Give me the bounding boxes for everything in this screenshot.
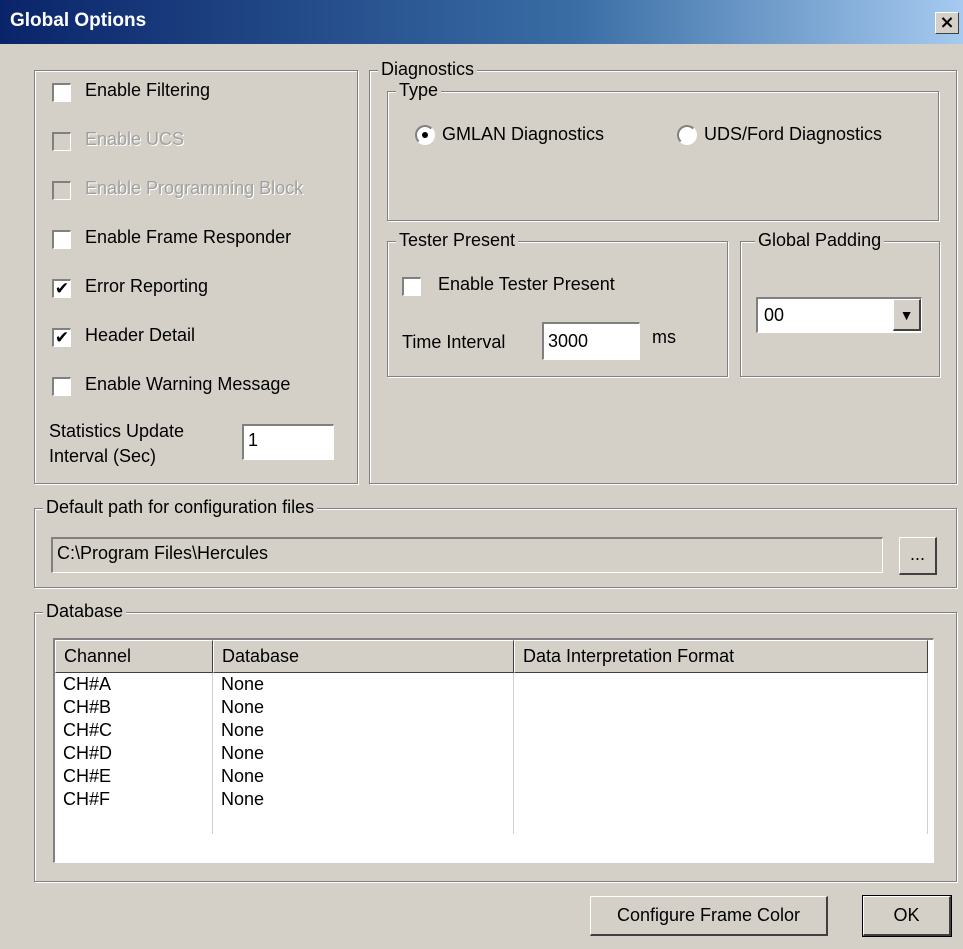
table-cell [514,673,928,696]
config-path-label: Default path for configuration files [43,497,318,518]
config-path-group: Default path for configuration files C:\… [34,497,957,588]
enable-ucs-checkbox [52,132,71,151]
table-cell: None [213,742,514,765]
enable-warning-message-label[interactable]: Enable Warning Message [85,374,290,395]
table-row[interactable]: CH#E None [55,765,928,788]
table-row[interactable] [55,811,928,834]
table-cell: CH#D [55,742,213,765]
table-cell: CH#F [55,788,213,811]
browse-button[interactable]: ... [899,537,937,575]
table-cell: None [213,765,514,788]
table-row[interactable]: CH#C None [55,719,928,742]
tester-present-checkbox[interactable] [402,277,421,296]
table-body: CH#A None CH#B None CH#C None CH#D None CH#E None… [55,673,928,834]
database-table: Channel Database Data Interpretation For… [53,638,934,863]
close-button[interactable]: × [935,12,959,34]
tester-present-group: Tester Present Enable Tester Present Tim… [387,230,728,377]
stats-interval-label-line1: Statistics Update [49,421,185,441]
dropdown-arrow-button[interactable]: ▼ [893,299,921,331]
table-cell: None [213,788,514,811]
database-group: Database Channel Database Data Interpret… [34,601,957,882]
table-cell [514,742,928,765]
column-header-format[interactable]: Data Interpretation Format [514,640,928,673]
configure-frame-color-button[interactable]: Configure Frame Color [590,896,828,936]
stats-interval-input[interactable]: 1 [242,424,334,460]
global-padding-group: Global Padding 00 ▼ [740,230,940,377]
tester-present-checkbox-label[interactable]: Enable Tester Present [438,274,615,295]
global-padding-label: Global Padding [755,230,885,251]
error-reporting-checkbox[interactable]: ✔ [52,279,71,298]
table-row[interactable]: CH#A None [55,673,928,696]
chevron-down-icon: ▼ [899,307,914,323]
enable-warning-message-checkbox[interactable] [52,377,71,396]
uds-radio[interactable] [677,125,697,145]
enable-ucs-label: Enable UCS [85,129,185,149]
time-interval-input[interactable]: 3000 [542,322,640,360]
table-row[interactable]: CH#D None [55,742,928,765]
table-cell: CH#B [55,696,213,719]
enable-programming-block-label: Enable Programming Block [85,178,304,198]
type-group: Type GMLAN Diagnostics UDS/Ford Diagnost… [387,80,939,221]
header-detail-checkbox[interactable]: ✔ [52,328,71,347]
table-cell [514,788,928,811]
gmlan-radio[interactable] [415,125,435,145]
enable-frame-responder-checkbox[interactable] [52,230,71,249]
table-cell: CH#C [55,719,213,742]
type-label: Type [396,80,442,101]
enable-filtering-label[interactable]: Enable Filtering [85,80,210,101]
header-detail-label[interactable]: Header Detail [85,325,195,346]
stats-interval-label-line2: Interval (Sec) [49,446,157,466]
diagnostics-group: Diagnostics Type GMLAN Diagnostics UDS/F… [369,59,957,484]
table-row[interactable]: CH#F None [55,788,928,811]
table-cell: CH#E [55,765,213,788]
column-header-database[interactable]: Database [213,640,514,673]
column-header-channel[interactable]: Channel [55,640,213,673]
enable-programming-block-checkbox [52,181,71,200]
table-row[interactable]: CH#B None [55,696,928,719]
uds-radio-label[interactable]: UDS/Ford Diagnostics [704,124,882,145]
table-cell [55,811,213,834]
config-path-field[interactable]: C:\Program Files\Hercules [51,537,883,573]
table-cell: None [213,719,514,742]
enable-filtering-checkbox[interactable] [52,83,71,102]
tester-present-label: Tester Present [396,230,519,251]
global-padding-value: 00 [764,305,785,325]
gmlan-radio-label[interactable]: GMLAN Diagnostics [442,124,604,145]
table-cell [514,765,928,788]
ok-button[interactable]: OK [862,895,952,937]
title-bar: Global Options × [0,0,963,44]
table-header: Channel Database Data Interpretation For… [55,640,928,673]
enable-frame-responder-label[interactable]: Enable Frame Responder [85,227,291,248]
global-padding-select[interactable]: 00 ▼ [756,297,922,333]
diagnostics-label: Diagnostics [378,59,478,80]
error-reporting-label[interactable]: Error Reporting [85,276,208,297]
options-group: Enable Filtering Enable UCS Enable Program… [34,70,358,484]
time-unit-label: ms [652,327,676,347]
table-cell: None [213,673,514,696]
table-cell [514,696,928,719]
table-cell [213,811,514,834]
window-title: Global Options [10,10,147,31]
table-cell: CH#A [55,673,213,696]
database-label: Database [43,601,127,622]
table-cell: None [213,696,514,719]
table-cell [514,719,928,742]
time-interval-label: Time Interval [402,332,506,352]
table-cell [514,811,928,834]
